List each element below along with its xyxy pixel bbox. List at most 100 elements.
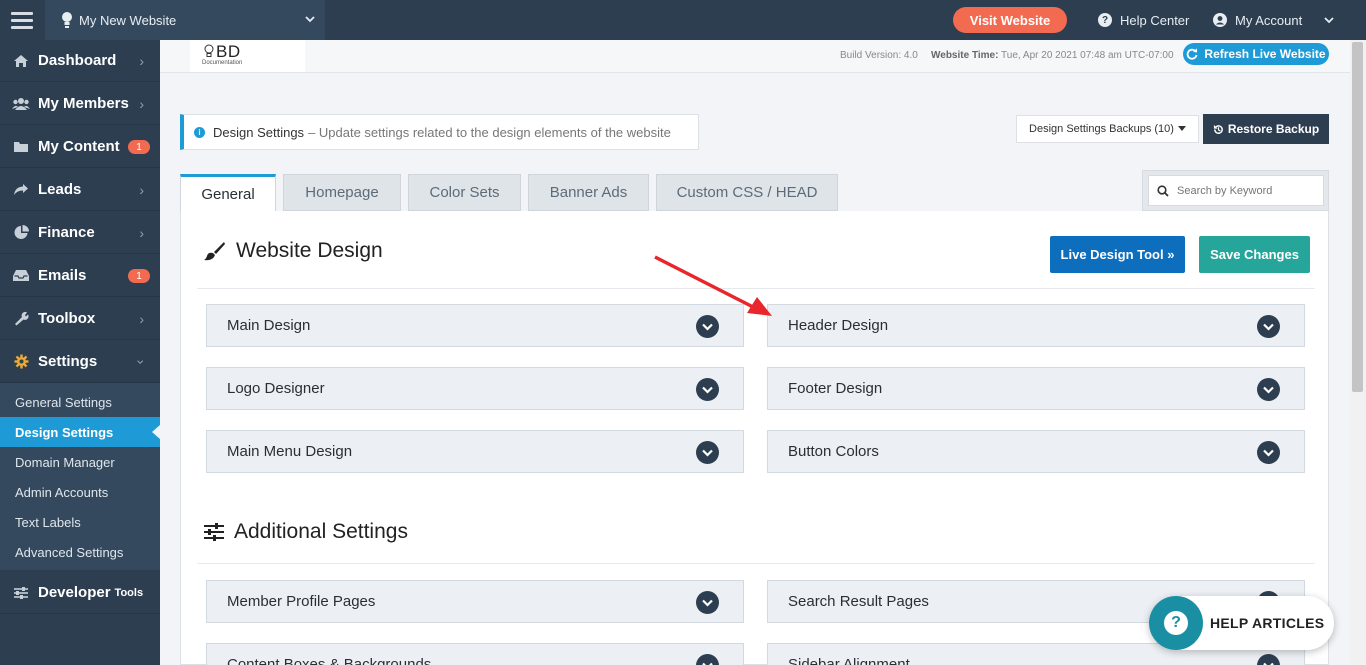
divider (197, 563, 1315, 564)
chevron-right-icon: › (139, 95, 144, 112)
site-logo[interactable]: BD Documentation (190, 40, 305, 72)
save-changes-button[interactable]: Save Changes (1199, 236, 1310, 273)
sidebar-item-label: Toolbox (38, 310, 96, 327)
sidebar-item-dashboard[interactable]: Dashboard › (0, 40, 160, 82)
logo-subtext: Documentation (202, 60, 243, 66)
top-bar: My New Website Visit Website ? Help Cent… (0, 0, 1366, 40)
website-name: My New Website (79, 12, 177, 28)
accordion-logo-designer[interactable]: Logo Designer (206, 367, 744, 410)
sidebar-item-domain-manager[interactable]: Domain Manager (0, 447, 160, 477)
sidebar-item-my-members[interactable]: My Members › (0, 83, 160, 125)
refresh-label: Refresh Live Website (1204, 47, 1326, 61)
users-icon (12, 96, 30, 112)
sidebar-item-emails[interactable]: Emails 1 (0, 255, 160, 297)
wrench-icon (12, 311, 30, 327)
logo-text: BD (216, 42, 241, 61)
help-center-link[interactable]: ? Help Center (1098, 0, 1189, 40)
sidebar-item-leads[interactable]: Leads › (0, 169, 160, 211)
my-account-menu[interactable]: My Account (1213, 0, 1334, 40)
tab-general[interactable]: General (180, 174, 276, 212)
accordion-label: Sidebar Alignment (788, 656, 910, 665)
sidebar-item-label: My Content (38, 138, 120, 155)
paintbrush-icon (204, 241, 226, 261)
info-icon: i (194, 126, 205, 138)
divider (197, 288, 1315, 289)
sidebar: Dashboard › My Members › My Content 1 Le… (0, 40, 160, 665)
accordion-label: Search Result Pages (788, 593, 929, 610)
sidebar-item-label: Finance (38, 224, 95, 241)
restore-backup-button[interactable]: Restore Backup (1203, 114, 1329, 144)
gear-icon (12, 354, 30, 370)
chevron-down-icon (1257, 654, 1280, 665)
hamburger-menu-icon[interactable] (0, 0, 44, 40)
accordion-button-colors[interactable]: Button Colors (767, 430, 1305, 473)
build-version: Build Version: 4.0 (840, 50, 918, 61)
accordion-header-design[interactable]: Header Design (767, 304, 1305, 347)
sidebar-item-developer-tools[interactable]: Developer Tools (0, 572, 160, 614)
restore-label: Restore Backup (1227, 122, 1320, 136)
sidebar-item-admin-accounts[interactable]: Admin Accounts (0, 477, 160, 507)
live-design-tool-button[interactable]: Live Design Tool » (1050, 236, 1185, 273)
accordion-footer-design[interactable]: Footer Design (767, 367, 1305, 410)
sidebar-item-toolbox[interactable]: Toolbox › (0, 298, 160, 340)
tab-banner-ads[interactable]: Banner Ads (528, 174, 649, 211)
scrollbar[interactable] (1350, 40, 1366, 665)
sliders-icon (12, 585, 30, 601)
sidebar-item-finance[interactable]: Finance › (0, 212, 160, 254)
tab-custom-css-head[interactable]: Custom CSS / HEAD (656, 174, 838, 211)
accordion-label: Content Boxes & Backgrounds (227, 656, 432, 665)
website-time-label: Website Time: (931, 50, 999, 61)
sidebar-item-label: Leads (38, 181, 82, 198)
question-icon: ? (1098, 13, 1112, 27)
accordion-label: Logo Designer (227, 380, 325, 397)
chevron-down-icon (696, 654, 719, 665)
sidebar-item-general-settings[interactable]: General Settings (0, 387, 160, 417)
chevron-down-icon (1257, 441, 1280, 464)
search-container (1142, 170, 1329, 211)
share-icon (12, 182, 30, 198)
chevron-down-icon (1324, 17, 1334, 24)
chevron-down-icon (1257, 315, 1280, 338)
accordion-main-menu-design[interactable]: Main Menu Design (206, 430, 744, 473)
visit-website-button[interactable]: Visit Website (953, 7, 1067, 33)
page-description: – Update settings related to the design … (308, 124, 671, 140)
website-time: Website Time: Tue, Apr 20 2021 07:48 am … (931, 50, 1174, 61)
search-box[interactable] (1148, 175, 1324, 206)
folder-icon (12, 139, 30, 155)
sidebar-item-advanced-settings[interactable]: Advanced Settings (0, 537, 160, 567)
sidebar-item-settings[interactable]: Settings › (0, 341, 160, 383)
chevron-down-icon (696, 378, 719, 401)
sidebar-item-design-settings[interactable]: Design Settings (0, 417, 160, 447)
notification-badge: 1 (128, 269, 150, 283)
website-time-value: Tue, Apr 20 2021 07:48 am UTC-07:00 (1001, 50, 1174, 61)
lightbulb-icon (62, 12, 72, 28)
search-input[interactable] (1177, 184, 1317, 197)
accordion-content-boxes-backgrounds[interactable]: Content Boxes & Backgrounds (206, 643, 744, 665)
scrollbar-thumb[interactable] (1352, 42, 1363, 392)
notification-badge: 1 (128, 140, 150, 154)
accordion-member-profile-pages[interactable]: Member Profile Pages (206, 580, 744, 623)
website-selector[interactable]: My New Website (45, 0, 325, 40)
tab-homepage[interactable]: Homepage (283, 174, 401, 211)
design-settings-backups-dropdown[interactable]: Design Settings Backups (10) (1016, 115, 1199, 143)
sidebar-item-text-labels[interactable]: Text Labels (0, 507, 160, 537)
sidebar-item-my-content[interactable]: My Content 1 (0, 126, 160, 168)
info-bar: BD Documentation Build Version: 4.0 Webs… (160, 40, 1350, 73)
sidebar-item-label: Settings (38, 353, 98, 370)
tab-color-sets[interactable]: Color Sets (408, 174, 521, 211)
help-articles-widget[interactable]: ? HELP ARTICLES (1149, 596, 1334, 650)
sidebar-item-label: Emails (38, 267, 87, 284)
sidebar-item-label: Dashboard (38, 52, 117, 69)
accordion-main-design[interactable]: Main Design (206, 304, 744, 347)
accordion-label: Main Menu Design (227, 443, 353, 460)
chevron-right-icon: › (139, 52, 144, 69)
help-center-label: Help Center (1120, 12, 1190, 28)
pie-chart-icon (12, 225, 30, 241)
page-title: Design Settings (213, 124, 305, 140)
chevron-right-icon: › (139, 181, 144, 198)
chevron-down-icon (1257, 378, 1280, 401)
inbox-icon (12, 268, 30, 284)
chevron-right-icon: › (139, 224, 144, 241)
refresh-live-website-button[interactable]: Refresh Live Website (1183, 43, 1329, 65)
backups-label: Design Settings Backups (10) (1029, 123, 1174, 135)
